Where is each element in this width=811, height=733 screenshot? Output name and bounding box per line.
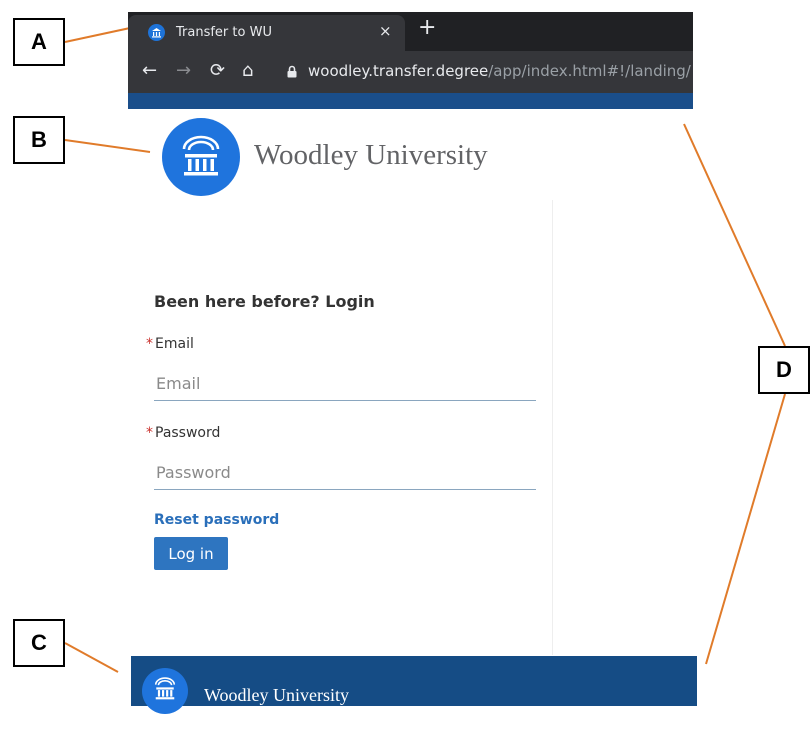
lock-icon <box>287 65 297 78</box>
browser-tab[interactable]: Transfer to WU × <box>128 15 405 51</box>
close-tab-icon[interactable]: × <box>379 22 392 40</box>
site-nav-bar <box>128 93 693 109</box>
reload-icon[interactable]: ⟳ <box>210 60 225 81</box>
password-label: * Password <box>146 425 220 441</box>
reset-password-link[interactable]: Reset password <box>154 512 279 528</box>
tab-title: Transfer to WU <box>176 25 272 40</box>
university-name: Woodley University <box>254 139 488 171</box>
favicon-icon <box>148 24 165 41</box>
login-button[interactable]: Log in <box>154 537 228 570</box>
browser-window: Transfer to WU × + ← → ⟳ ⌂ woodley.trans… <box>128 12 693 109</box>
callout-d: D <box>758 346 810 394</box>
home-icon[interactable]: ⌂ <box>242 60 253 81</box>
column-divider <box>552 200 553 655</box>
callout-b: B <box>13 116 65 164</box>
callout-c: C <box>13 619 65 667</box>
tab-strip: Transfer to WU × + <box>128 12 693 51</box>
url-host: woodley.transfer.degree <box>308 62 489 80</box>
browser-toolbar: ← → ⟳ ⌂ woodley.transfer.degree/app/inde… <box>128 51 693 93</box>
address-bar[interactable]: woodley.transfer.degree/app/index.html#!… <box>308 62 691 80</box>
url-path: /app/index.html#!/landing/ <box>488 62 691 80</box>
footer-bar: Woodley University <box>131 656 697 714</box>
password-label-text: Password <box>155 425 221 441</box>
footer-university-name: Woodley University <box>204 685 350 705</box>
email-label: * Email <box>146 336 194 352</box>
password-field[interactable] <box>154 455 536 490</box>
back-arrow-icon[interactable]: ← <box>142 60 157 81</box>
footer-logo-icon <box>142 668 188 714</box>
forward-arrow-icon[interactable]: → <box>176 60 191 81</box>
required-mark: * <box>146 336 153 352</box>
email-field[interactable] <box>154 366 536 401</box>
login-heading: Been here before? Login <box>154 292 375 311</box>
required-mark: * <box>146 425 153 441</box>
callout-a: A <box>13 18 65 66</box>
email-label-text: Email <box>155 336 194 352</box>
university-logo-icon <box>162 118 240 196</box>
new-tab-icon[interactable]: + <box>418 15 436 40</box>
